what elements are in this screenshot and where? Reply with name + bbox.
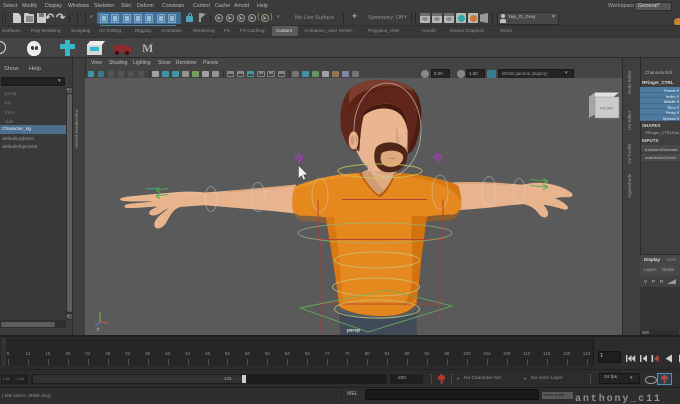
- svg-text:FRONT: FRONT: [600, 106, 614, 111]
- svg-text:persp: persp: [347, 328, 360, 334]
- svg-text:y: y: [97, 326, 100, 331]
